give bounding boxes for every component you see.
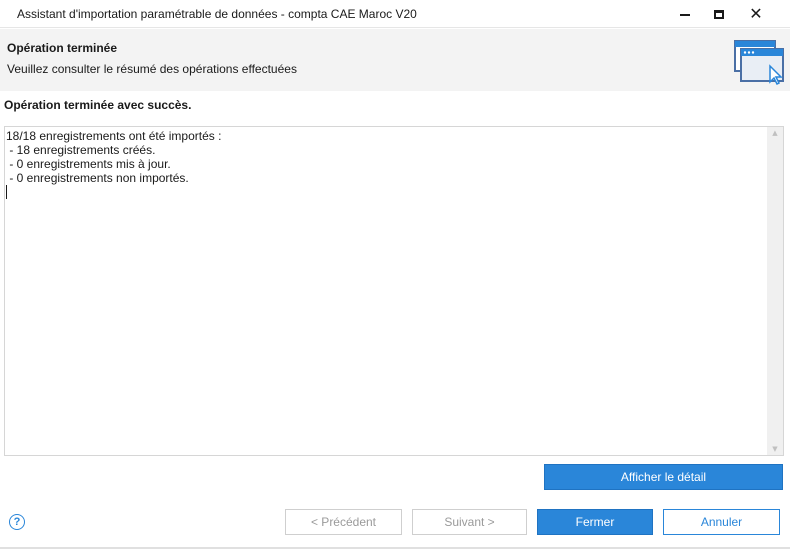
cancel-button[interactable]: Annuler	[663, 509, 780, 535]
summary-text: 18/18 enregistrements ont été importés :…	[6, 129, 222, 185]
vertical-scrollbar[interactable]: ▲ ▼	[767, 127, 783, 455]
maximize-button[interactable]	[701, 0, 737, 28]
title-bar[interactable]: Assistant d'importation paramétrable de …	[0, 0, 790, 28]
close-window-button[interactable]: ✕	[738, 0, 774, 28]
maximize-icon	[714, 9, 724, 19]
help-icon[interactable]: ?	[9, 514, 25, 530]
wizard-window-icon	[734, 40, 784, 85]
text-caret	[6, 185, 7, 199]
page-title: Opération terminée	[7, 41, 118, 55]
window-title: Assistant d'importation paramétrable de …	[17, 7, 417, 21]
page-subtitle: Veuillez consulter le résumé des opérati…	[7, 62, 297, 76]
minimize-icon	[680, 14, 690, 16]
scroll-down-icon[interactable]: ▼	[767, 443, 783, 455]
show-detail-button[interactable]: Afficher le détail	[544, 464, 783, 490]
scroll-up-icon[interactable]: ▲	[767, 127, 783, 139]
wizard-header: Opération terminée Veuillez consulter le…	[0, 29, 790, 91]
summary-textarea[interactable]: 18/18 enregistrements ont été importés :…	[4, 126, 784, 456]
minimize-button[interactable]	[667, 0, 703, 28]
previous-button[interactable]: < Précédent	[285, 509, 402, 535]
next-button[interactable]: Suivant >	[412, 509, 527, 535]
close-icon: ✕	[749, 4, 763, 23]
status-message: Opération terminée avec succès.	[4, 98, 192, 112]
close-button[interactable]: Fermer	[537, 509, 653, 535]
